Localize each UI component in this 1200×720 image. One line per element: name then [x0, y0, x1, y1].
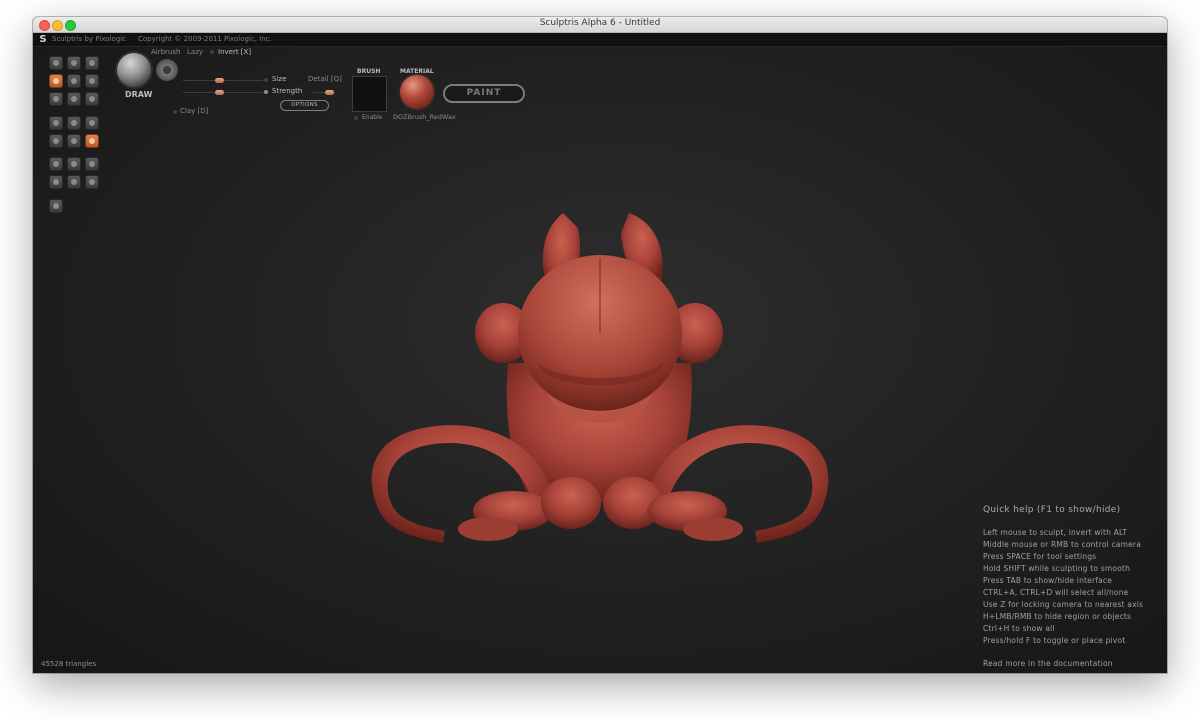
material-header: MATERIAL: [400, 68, 434, 75]
quick-help-line: Use Z for locking camera to nearest axis: [983, 600, 1144, 609]
alpha-preview[interactable]: [156, 59, 178, 81]
title-bar: Sculptris Alpha 6 - Untitled: [33, 17, 1167, 33]
detail-slider-knob[interactable]: [325, 90, 334, 95]
options-button[interactable]: OPTIONS: [280, 100, 329, 111]
menu-bar: S Sculptris by Pixologic Copyright © 200…: [33, 33, 1167, 47]
globe-icon[interactable]: [49, 134, 63, 148]
paint-button[interactable]: PAINT: [443, 84, 525, 103]
camera-icon[interactable]: [49, 199, 63, 213]
app-window: Sculptris Alpha 6 - Untitled S Sculptris…: [33, 17, 1167, 673]
quick-help-line: H+LMB/RMB to hide region or objects: [983, 612, 1132, 621]
quick-help-line: Press/hold F to toggle or place pivot: [983, 636, 1126, 645]
size-label: Size: [272, 75, 287, 83]
quick-help-line: Left mouse to sculpt, invert with ALT: [983, 528, 1128, 537]
smooth-icon[interactable]: [67, 92, 81, 106]
mask-icon[interactable]: [67, 116, 81, 130]
triangle-count: 45528 triangles: [41, 660, 97, 668]
material-preview[interactable]: [400, 75, 434, 109]
scale-icon[interactable]: [85, 92, 99, 106]
minus-icon[interactable]: [49, 175, 63, 189]
symmetry-icon[interactable]: [85, 134, 99, 148]
brush-name: DRAW: [125, 90, 153, 99]
quick-help-line: Press SPACE for tool settings: [983, 552, 1097, 561]
subdivide-icon[interactable]: [67, 157, 81, 171]
brush-preview[interactable]: [117, 53, 151, 87]
reduce-icon[interactable]: [49, 116, 63, 130]
material-name: DOZBrush_RedWax: [393, 113, 456, 121]
lazy-label[interactable]: Lazy: [187, 48, 203, 56]
size-dot: [264, 78, 268, 82]
grab-icon[interactable]: [49, 92, 63, 106]
enable-checkbox[interactable]: [354, 116, 358, 120]
rotate-icon[interactable]: [67, 56, 81, 70]
quick-help-line: Ctrl+H to show all: [983, 624, 1055, 633]
pinch-icon[interactable]: [85, 74, 99, 88]
flatten-icon[interactable]: [49, 74, 63, 88]
sculptris-logo-icon: S: [39, 34, 47, 45]
strength-label: Strength: [272, 87, 303, 95]
invert-checkbox[interactable]: [210, 50, 214, 54]
strength-slider-knob[interactable]: [215, 90, 224, 95]
app-name: Sculptris by Pixologic: [52, 35, 127, 43]
brush-texture-slot[interactable]: [352, 76, 387, 112]
sculpt-viewport[interactable]: S Sculptris by Pixologic Copyright © 200…: [33, 33, 1167, 673]
window-title: Sculptris Alpha 6 - Untitled: [539, 18, 661, 28]
export-icon[interactable]: [85, 157, 99, 171]
quick-help-line: Middle mouse or RMB to control camera: [983, 540, 1141, 549]
copyright-text: Copyright © 2009-2011 Pixologic, Inc.: [138, 35, 272, 43]
enable-label[interactable]: Enable: [362, 114, 382, 121]
clay-checkbox[interactable]: [173, 110, 177, 114]
plane-icon[interactable]: [85, 116, 99, 130]
size-slider-knob[interactable]: [215, 78, 224, 83]
quick-help-line: Press TAB to show/hide interface: [983, 576, 1113, 585]
strength-dot: [264, 90, 268, 94]
brush-header: BRUSH: [357, 68, 381, 75]
documentation-link[interactable]: Read more in the documentation: [983, 659, 1113, 668]
save-icon[interactable]: [85, 175, 99, 189]
invert-label[interactable]: Invert [X]: [218, 48, 251, 56]
clay-label[interactable]: Clay [D]: [180, 107, 208, 115]
wave-icon[interactable]: [67, 134, 81, 148]
detail-label[interactable]: Detail [Q]: [308, 75, 342, 83]
import-icon[interactable]: [67, 175, 81, 189]
crease-icon[interactable]: [85, 56, 99, 70]
inflate-icon[interactable]: [67, 74, 81, 88]
airbrush-label[interactable]: Airbrush: [151, 48, 180, 56]
sphere-icon[interactable]: [49, 157, 63, 171]
draw-icon[interactable]: [49, 56, 63, 70]
quick-help-line: Hold SHIFT while sculpting to smooth: [983, 564, 1131, 573]
quick-help-title: Quick help (F1 to show/hide): [983, 505, 1121, 515]
quick-help-line: CTRL+A, CTRL+D will select all/none: [983, 588, 1129, 597]
